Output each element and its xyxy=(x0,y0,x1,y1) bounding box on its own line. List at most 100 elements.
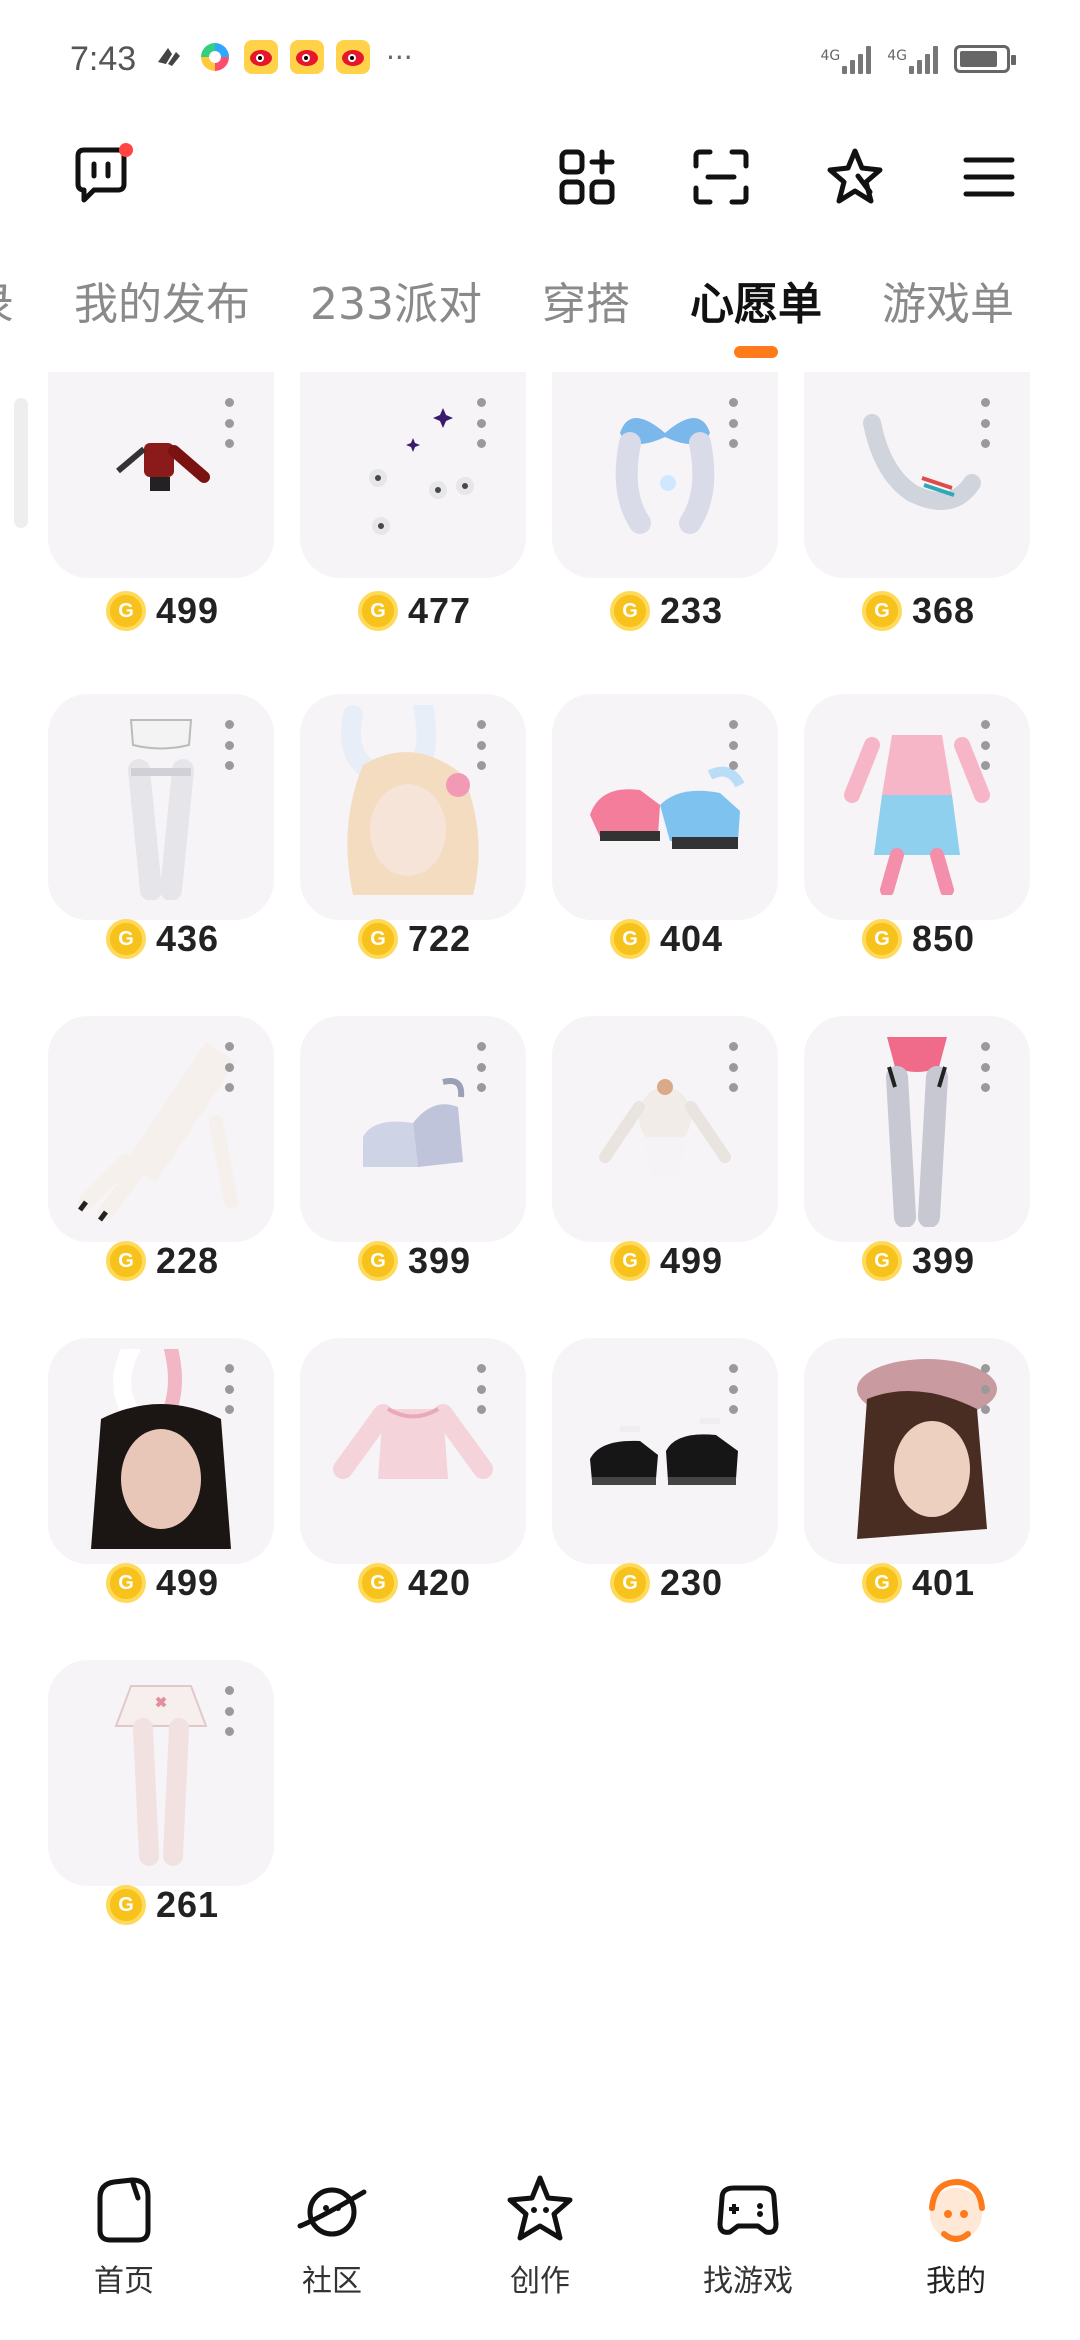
wishlist-item-card[interactable]: G 499 xyxy=(48,1338,274,1660)
more-options-icon[interactable] xyxy=(474,720,488,770)
status-time: 7:43 xyxy=(70,40,137,78)
item-thumbnail[interactable] xyxy=(48,1016,274,1242)
item-thumbnail[interactable] xyxy=(552,1338,778,1564)
gamepad-icon xyxy=(706,2168,790,2252)
more-options-icon[interactable] xyxy=(474,398,488,448)
price-value: 261 xyxy=(156,1884,220,1925)
nav-item-0[interactable]: 首页 xyxy=(44,2140,204,2340)
tab-4[interactable]: 心愿单 xyxy=(690,268,822,358)
wishlist-item-card[interactable]: G 233 xyxy=(552,372,778,694)
more-options-icon[interactable] xyxy=(222,398,236,448)
nav-item-4[interactable]: 我的 xyxy=(876,2140,1036,2340)
item-thumbnail[interactable] xyxy=(300,1016,526,1242)
coin-icon: G xyxy=(106,919,146,959)
wishlist-item-card[interactable]: G 399 xyxy=(804,1016,1030,1338)
more-options-icon[interactable] xyxy=(978,1364,992,1414)
wishlist-item-card[interactable]: G 228 xyxy=(48,1016,274,1338)
item-thumbnail[interactable] xyxy=(804,372,1030,578)
item-price: G 230 xyxy=(610,1562,723,1604)
scroll-indicator xyxy=(14,398,28,528)
notification-icons: ··· xyxy=(152,40,413,74)
price-value: 399 xyxy=(408,1240,472,1281)
more-options-icon[interactable] xyxy=(978,720,992,770)
nav-label: 我的 xyxy=(926,2264,986,2299)
wishlist-item-card[interactable]: G 404 xyxy=(552,694,778,1016)
more-options-icon[interactable] xyxy=(222,720,236,770)
item-thumbnail[interactable] xyxy=(48,1660,274,1886)
item-thumbnail[interactable] xyxy=(300,372,526,578)
item-thumbnail[interactable] xyxy=(552,1016,778,1242)
more-options-icon[interactable] xyxy=(726,720,740,770)
coin-icon: G xyxy=(862,1241,902,1281)
tab-3[interactable]: 穿搭 xyxy=(542,268,630,358)
item-thumbnail[interactable] xyxy=(48,372,274,578)
item-thumbnail[interactable] xyxy=(804,694,1030,920)
item-price: G 399 xyxy=(862,1240,975,1282)
nav-item-3[interactable]: 找游戏 xyxy=(668,2140,828,2340)
nav-item-1[interactable]: 社区 xyxy=(252,2140,412,2340)
pink-outfit-icon xyxy=(842,715,992,899)
item-thumbnail[interactable] xyxy=(300,1338,526,1564)
wishlist-item-card[interactable]: G 436 xyxy=(48,694,274,1016)
nav-item-2[interactable]: 创作 xyxy=(460,2140,620,2340)
more-options-icon[interactable] xyxy=(726,398,740,448)
coin-icon: G xyxy=(610,1563,650,1603)
weibo-icon xyxy=(290,40,324,74)
more-options-icon[interactable] xyxy=(726,1042,740,1092)
wishlist-item-card[interactable]: G 261 xyxy=(48,1660,274,1982)
tab-1[interactable]: 我的发布 xyxy=(74,268,250,358)
wishlist-item-card[interactable]: G 401 xyxy=(804,1338,1030,1660)
more-options-icon[interactable] xyxy=(474,1042,488,1092)
coin-icon: G xyxy=(862,919,902,959)
item-thumbnail[interactable] xyxy=(300,694,526,920)
price-value: 233 xyxy=(660,590,724,631)
wishlist-item-card[interactable]: G 399 xyxy=(300,1016,526,1338)
tab-0[interactable]: 录 xyxy=(0,268,14,358)
wishlist-item-card[interactable]: G 499 xyxy=(552,1016,778,1338)
tab-5[interactable]: 游戏单 xyxy=(882,268,1014,358)
more-options-icon[interactable] xyxy=(978,398,992,448)
more-options-icon[interactable] xyxy=(222,1042,236,1092)
star-badge-icon[interactable] xyxy=(824,146,886,208)
wishlist-item-card[interactable]: G 850 xyxy=(804,694,1030,1016)
apps-add-icon[interactable] xyxy=(556,146,618,208)
tab-label: 心愿单 xyxy=(689,279,822,330)
wishlist-item-card[interactable]: G 499 xyxy=(48,372,274,694)
item-price: G 233 xyxy=(610,590,723,632)
tab-2[interactable]: 233派对 xyxy=(310,268,482,358)
more-options-icon[interactable] xyxy=(222,1686,236,1736)
wishlist-item-card[interactable]: G 420 xyxy=(300,1338,526,1660)
wishlist-item-card[interactable]: G 230 xyxy=(552,1338,778,1660)
nav-label: 社区 xyxy=(302,2264,362,2299)
pink-sweater-icon xyxy=(333,1389,493,1513)
coin-icon: G xyxy=(358,591,398,631)
price-value: 499 xyxy=(660,1240,724,1281)
price-value: 850 xyxy=(912,918,976,959)
status-bar: 7:43 ··· 4G 4G xyxy=(0,0,1080,120)
item-thumbnail[interactable] xyxy=(552,694,778,920)
more-options-icon[interactable] xyxy=(474,1364,488,1414)
item-thumbnail[interactable] xyxy=(804,1338,1030,1564)
more-options-icon[interactable] xyxy=(726,1364,740,1414)
more-options-icon[interactable] xyxy=(978,1042,992,1092)
wishlist-item-card[interactable]: G 722 xyxy=(300,694,526,1016)
item-thumbnail[interactable] xyxy=(48,1338,274,1564)
scan-icon[interactable] xyxy=(690,146,752,208)
message-icon[interactable] xyxy=(68,142,134,208)
price-value: 722 xyxy=(408,918,472,959)
menu-icon[interactable] xyxy=(958,146,1020,208)
signal-icon: 4G xyxy=(887,44,938,74)
bunny-bodysuit-icon xyxy=(585,1057,745,1201)
wishlist-item-card[interactable]: G 477 xyxy=(300,372,526,694)
red-top-icon xyxy=(106,433,216,517)
wishlist-item-card[interactable]: G 368 xyxy=(804,372,1030,694)
tab-label: 游戏单 xyxy=(881,279,1014,330)
item-thumbnail[interactable] xyxy=(552,372,778,578)
item-thumbnail[interactable] xyxy=(48,694,274,920)
price-value: 404 xyxy=(660,918,724,959)
item-thumbnail[interactable] xyxy=(804,1016,1030,1242)
more-options-icon[interactable] xyxy=(222,1364,236,1414)
item-price: G 850 xyxy=(862,918,975,960)
pink-blue-shoes-icon xyxy=(580,745,750,869)
battery-icon xyxy=(954,45,1016,73)
